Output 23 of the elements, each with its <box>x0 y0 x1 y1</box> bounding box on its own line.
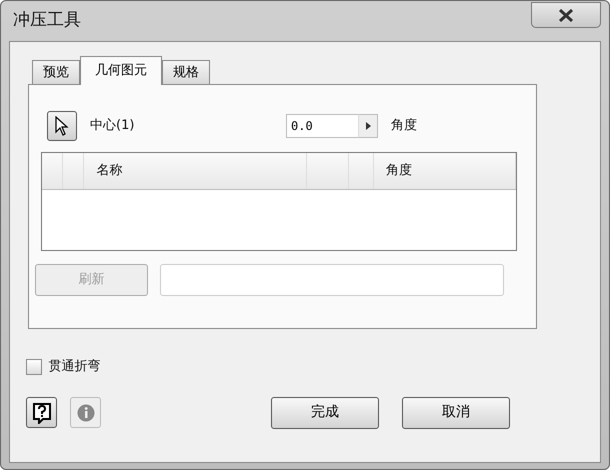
cursor-arrow-icon <box>55 116 69 136</box>
checkbox[interactable] <box>26 358 42 375</box>
input-field[interactable] <box>160 264 504 296</box>
tab[interactable]: 规格 <box>162 60 210 84</box>
center-label: 中心(1) <box>90 117 136 136</box>
dialog-button[interactable]: 取消 <box>402 396 510 428</box>
angle-label: 角度 <box>391 117 417 136</box>
close-icon <box>558 8 574 22</box>
column-header: 角度 <box>386 162 412 180</box>
select-button[interactable] <box>47 111 77 141</box>
tab[interactable]: 预览 <box>32 60 80 84</box>
dialog-button[interactable]: 完成 <box>271 396 379 428</box>
info-icon <box>76 404 94 422</box>
checkbox-label: 贯通折弯 <box>48 358 100 376</box>
tab[interactable]: 几何图元 <box>80 56 162 85</box>
help-button[interactable] <box>26 397 57 428</box>
column-header: 名称 <box>96 162 122 180</box>
angle-field[interactable]: 0.0 <box>286 114 358 138</box>
arrow-right-icon <box>366 122 370 130</box>
spinner-button[interactable] <box>358 114 378 138</box>
window-title: 冲压工具 <box>12 9 81 32</box>
close-button[interactable] <box>531 2 601 28</box>
help-icon <box>32 402 52 424</box>
